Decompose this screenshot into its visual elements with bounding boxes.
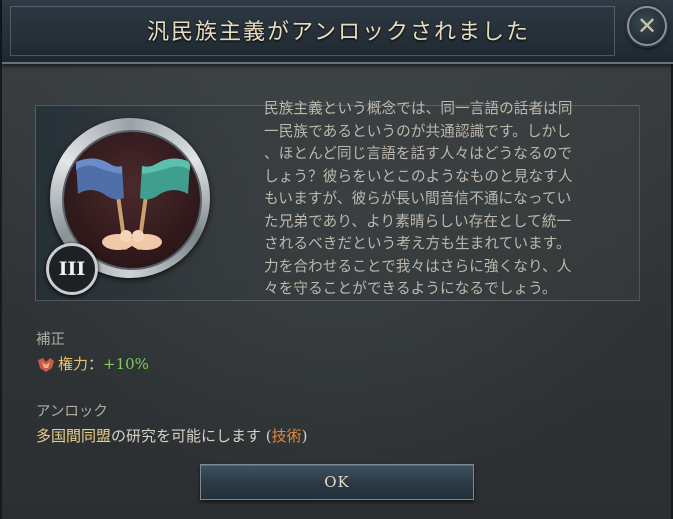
unlock-close-paren: )	[301, 427, 308, 445]
ok-button[interactable]: OK	[200, 464, 474, 500]
tier-label: III	[58, 258, 86, 280]
description-text: 民族主義という概念では、同一言語の話者は同 一民族であるというのが共通認識です。…	[264, 100, 573, 297]
unlock-text: の研究を可能にします (	[111, 427, 272, 445]
dialog-title-bar: 汎民族主義がアンロックされました	[2, 0, 673, 64]
tier-badge: III	[46, 243, 98, 295]
unlock-item[interactable]: 多国間同盟	[36, 427, 111, 445]
modifier-value: +10%	[103, 355, 149, 373]
dialog-title: 汎民族主義がアンロックされました	[146, 20, 531, 45]
unlock-line: 多国間同盟の研究を可能にします (技術)	[36, 425, 308, 446]
unlock-category: 技術	[271, 427, 302, 445]
modifier-name: 権力	[58, 355, 89, 373]
unlock-dialog: 汎民族主義がアンロックされました ✕ III 民族主義という概念では、同一言語の…	[0, 0, 673, 519]
close-icon: ✕	[636, 12, 658, 40]
unlock-label: アンロック	[36, 404, 108, 420]
modifier-line: 権力：+10%	[36, 353, 149, 374]
ok-button-label: OK	[324, 473, 350, 491]
close-button[interactable]: ✕	[627, 6, 667, 46]
modifier-separator: ：	[88, 355, 104, 373]
power-icon	[36, 356, 56, 374]
modifier-label: 補正	[36, 332, 65, 348]
